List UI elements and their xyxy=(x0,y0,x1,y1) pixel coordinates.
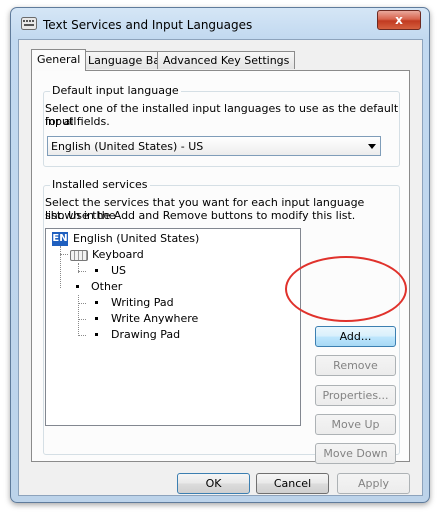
tab-general[interactable]: General xyxy=(31,49,87,71)
installed-description-line2: list. Use the Add and Remove buttons to … xyxy=(45,209,356,222)
close-button[interactable]: x xyxy=(377,10,421,30)
tree-item-other[interactable]: Other xyxy=(91,280,122,294)
language-badge-icon: EN xyxy=(52,232,68,246)
bullet-icon xyxy=(95,333,98,336)
default-language-selected: English (United States) - US xyxy=(51,140,204,153)
bullet-icon xyxy=(95,317,98,320)
properties-button[interactable]: Properties... xyxy=(315,385,396,406)
tree-connector xyxy=(78,335,86,336)
window-title: Text Services and Input Languages xyxy=(43,18,253,32)
move-down-button[interactable]: Move Down xyxy=(315,443,396,464)
tree-item-write-anywhere[interactable]: Write Anywhere xyxy=(111,312,198,326)
add-button[interactable]: Add... xyxy=(315,326,396,347)
annotation-circle xyxy=(285,256,407,322)
default-input-language-group: Default input language Select one of the… xyxy=(43,84,400,167)
tab-advanced-key-settings[interactable]: Advanced Key Settings xyxy=(157,51,296,69)
dialog-window: Text Services and Input Languages x Gene… xyxy=(10,7,430,503)
title-bar[interactable]: Text Services and Input Languages x xyxy=(11,8,429,38)
tree-connector xyxy=(78,271,86,272)
close-icon: x xyxy=(395,13,403,27)
keyboard-icon xyxy=(21,17,37,30)
tree-item-language[interactable]: English (United States) xyxy=(73,232,199,246)
ok-button[interactable]: OK xyxy=(177,473,250,494)
keyboard-icon xyxy=(70,250,88,261)
chevron-down-icon xyxy=(368,144,376,149)
tree-connector xyxy=(78,303,86,304)
remove-button[interactable]: Remove xyxy=(315,355,396,376)
move-up-button[interactable]: Move Up xyxy=(315,414,396,435)
bullet-icon xyxy=(95,269,98,272)
apply-button[interactable]: Apply xyxy=(337,473,410,494)
tree-item-keyboard[interactable]: Keyboard xyxy=(92,248,144,262)
tree-connector xyxy=(60,246,61,288)
installed-services-label: Installed services xyxy=(50,178,150,191)
tree-item-drawing-pad[interactable]: Drawing Pad xyxy=(111,328,180,342)
default-language-select[interactable]: English (United States) - US xyxy=(47,136,381,156)
tree-connector xyxy=(78,319,86,320)
default-input-language-label: Default input language xyxy=(50,84,181,97)
tree-item-writing-pad[interactable]: Writing Pad xyxy=(111,296,174,310)
installed-services-tree[interactable]: EN English (United States) Keyboard US O… xyxy=(45,228,301,426)
tree-item-layout-us[interactable]: US xyxy=(111,264,126,278)
cancel-button[interactable]: Cancel xyxy=(256,473,329,494)
bullet-icon xyxy=(95,301,98,304)
bullet-icon xyxy=(76,285,79,288)
tree-connector xyxy=(60,254,68,255)
default-input-description-line2: input fields. xyxy=(45,115,110,128)
tree-connector xyxy=(78,295,79,336)
